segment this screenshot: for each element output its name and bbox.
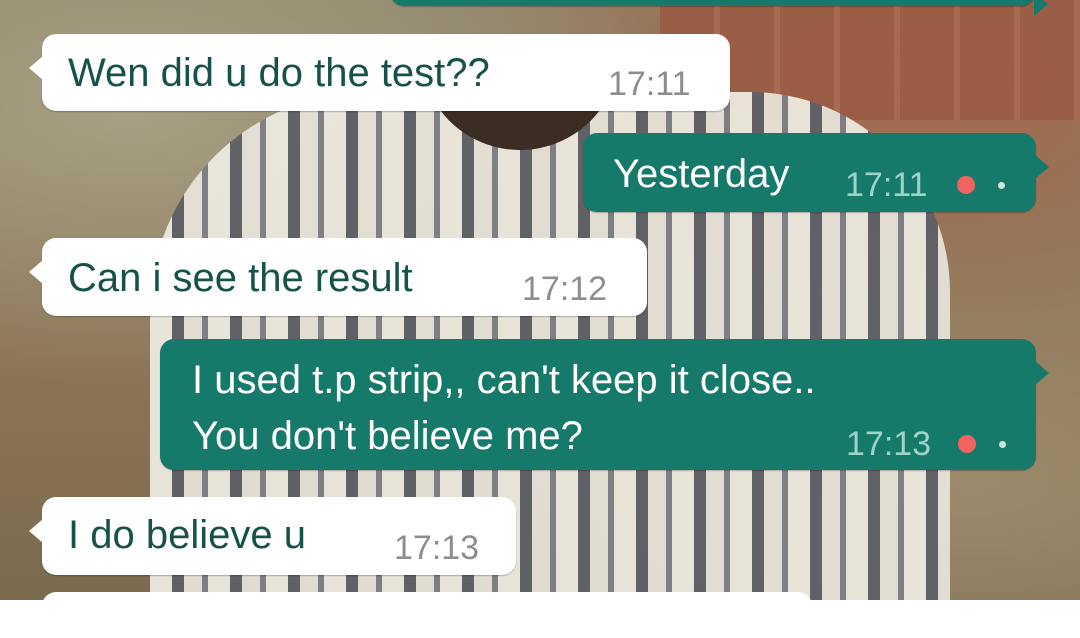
message-bubble-incoming-partial: [29, 592, 812, 638]
message-text-line-2: You don't believe me?: [192, 414, 583, 458]
message-text: Yesterday: [613, 152, 790, 196]
message-bubble-incoming[interactable]: Can i see the result 17:12: [29, 238, 647, 316]
delivery-status-icon: [958, 435, 976, 453]
message-timestamp: 17:12: [522, 270, 608, 308]
message-text: Can i see the result: [68, 256, 413, 300]
delivery-status-dot-icon: [998, 182, 1005, 189]
message-bubble-outgoing[interactable]: Yesterday 17:11: [583, 133, 1049, 212]
delivery-status-icon: [957, 176, 975, 194]
message-text: Wen did u do the test??: [68, 51, 490, 95]
message-timestamp: 17:11: [608, 65, 691, 103]
message-timestamp: 17:13: [394, 529, 480, 567]
message-bubble-outgoing-partial: [390, 0, 1048, 16]
delivery-status-dot-icon: [999, 441, 1006, 448]
message-text: I do believe u: [68, 513, 306, 557]
message-bubble-incoming[interactable]: I do believe u 17:13: [29, 497, 516, 575]
message-text-line-1: I used t.p strip,, can't keep it close..: [192, 358, 816, 402]
message-bubble-incoming[interactable]: Wen did u do the test?? 17:11: [29, 34, 730, 111]
message-timestamp: 17:11: [845, 166, 928, 204]
message-timestamp: 17:13: [846, 425, 932, 463]
message-bubble-outgoing[interactable]: I used t.p strip,, can't keep it close..…: [160, 339, 1049, 470]
